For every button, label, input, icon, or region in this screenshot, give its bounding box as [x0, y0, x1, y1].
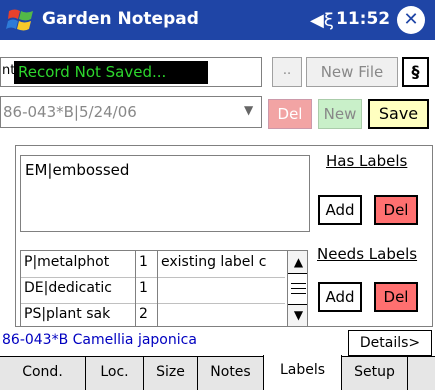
has-labels-delete-button[interactable]: Del [374, 195, 418, 225]
section-button[interactable]: § [402, 57, 429, 87]
scrollbar-thumb[interactable] [288, 273, 307, 305]
new-record-button[interactable]: New [318, 99, 362, 129]
scroll-up-icon[interactable]: ▲ [288, 251, 307, 273]
status-message: Record Not Saved... [14, 61, 208, 84]
column-divider [157, 251, 158, 326]
table-row[interactable]: PS|plant sak 2 [21, 306, 285, 326]
tab-setup[interactable]: Setup [342, 357, 408, 390]
close-icon[interactable]: ✕ [397, 6, 425, 34]
needs-labels-add-button[interactable]: Add [318, 282, 362, 312]
details-button[interactable]: Details> [348, 330, 432, 356]
table-cell: 1 [139, 280, 148, 296]
scroll-down-icon[interactable]: ▼ [288, 304, 307, 326]
save-button[interactable]: Save [368, 99, 429, 129]
row-divider [21, 303, 285, 304]
delete-record-button[interactable]: Del [268, 99, 312, 129]
tab-labels[interactable]: Labels [263, 355, 342, 390]
table-cell: PS|plant sak [24, 306, 111, 322]
needs-labels-heading: Needs Labels [317, 245, 418, 263]
new-file-button[interactable]: New File [306, 57, 398, 87]
table-cell: DE|dedicatic [24, 280, 112, 296]
record-title: 86-043*B Camellia japonica [2, 332, 197, 348]
tab-loc[interactable]: Loc. [86, 357, 144, 390]
column-divider [135, 251, 136, 326]
tab-notes[interactable]: Notes [198, 357, 264, 390]
record-select-value: 86-043*B|5/24/06 [3, 103, 137, 121]
has-labels-heading: Has Labels [326, 152, 408, 170]
row-divider [21, 277, 285, 278]
table-cell: P|metalphot [24, 254, 110, 270]
tab-size[interactable]: Size [144, 357, 198, 390]
list-item[interactable]: EM|embossed [25, 161, 129, 179]
app-title: Garden Notepad [42, 9, 199, 29]
tab-cond[interactable]: Cond. [0, 357, 86, 390]
table-row[interactable]: DE|dedicatic 1 [21, 280, 285, 304]
chevron-down-icon[interactable]: ▼ [244, 103, 253, 117]
table-cell: existing label c [161, 254, 267, 270]
has-labels-add-button[interactable]: Add [318, 195, 362, 225]
record-select[interactable]: 86-043*B|5/24/06 ▼ [0, 96, 262, 128]
table-cell: 1 [139, 254, 148, 270]
speaker-icon[interactable]: ◀ξ [310, 10, 334, 31]
browse-button[interactable]: .. [272, 57, 302, 87]
needs-labels-delete-button[interactable]: Del [374, 282, 418, 312]
table-row[interactable]: P|metalphot 1 existing label c [21, 254, 285, 278]
table-cell: 2 [139, 306, 148, 322]
table-scrollbar[interactable]: ▲ ▼ [287, 251, 307, 326]
clock[interactable]: 11:52 [336, 9, 390, 29]
has-labels-list[interactable]: EM|embossed [20, 155, 310, 232]
needs-labels-table[interactable]: P|metalphot 1 existing label c DE|dedica… [20, 250, 308, 327]
windows-start-icon[interactable] [6, 5, 36, 35]
